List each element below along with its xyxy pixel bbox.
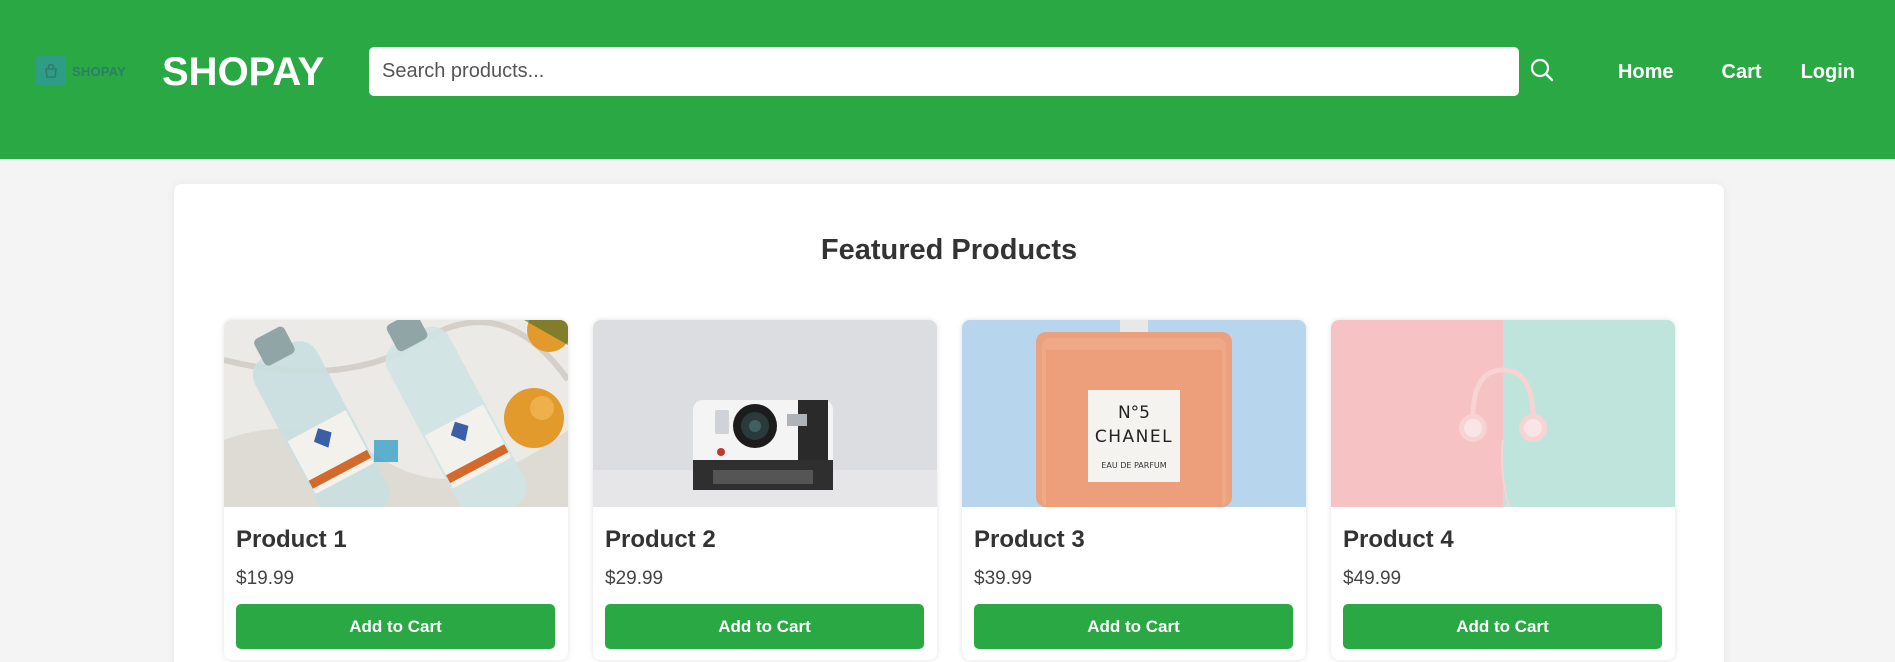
product-image[interactable] [1331,320,1675,507]
svg-text:CHANEL: CHANEL [1095,427,1173,447]
nav-login-link[interactable]: Login [1801,59,1855,85]
search-input[interactable] [369,47,1519,96]
logo[interactable]: SHOPAY [36,56,128,86]
featured-products-section: Featured Products Product 1 $19.99 Add t… [174,184,1724,662]
nav-cart-link[interactable]: Cart [1722,59,1762,85]
site-header: SHOPAY SHOPAY Home Cart Login [0,0,1895,159]
add-to-cart-button[interactable]: Add to Cart [974,604,1293,649]
product-image[interactable]: N°5 CHANEL EAU DE PARFUM [962,320,1306,507]
search-icon [1530,58,1554,82]
product-name[interactable]: Product 3 [974,526,1085,554]
add-to-cart-button[interactable]: Add to Cart [236,604,555,649]
product-price: $49.99 [1343,568,1402,589]
add-to-cart-button[interactable]: Add to Cart [1343,604,1662,649]
product-name[interactable]: Product 1 [236,526,347,554]
product-price: $29.99 [605,568,664,589]
product-name[interactable]: Product 4 [1343,526,1454,554]
product-image[interactable] [224,320,568,507]
nav-home-link[interactable]: Home [1618,59,1674,85]
search-button[interactable] [1528,56,1556,84]
product-grid: Product 1 $19.99 Add to Cart Product 2 $… [224,320,1675,660]
product-price: $39.99 [974,568,1033,589]
product-card[interactable]: Product 1 $19.99 Add to Cart [224,320,568,660]
product-image[interactable] [593,320,937,507]
svg-text:EAU DE PARFUM: EAU DE PARFUM [1101,461,1166,470]
svg-text:N°5: N°5 [1118,403,1150,423]
add-to-cart-button[interactable]: Add to Cart [605,604,924,649]
product-card[interactable]: Product 4 $49.99 Add to Cart [1331,320,1675,660]
main-nav: Home Cart Login [1618,59,1855,85]
section-title: Featured Products [820,234,1078,266]
product-name[interactable]: Product 2 [605,526,716,554]
brand-name[interactable]: SHOPAY [162,48,324,96]
shopping-bag-icon [36,56,66,86]
product-price: $19.99 [236,568,295,589]
logo-text: SHOPAY [72,63,126,79]
product-card[interactable]: Product 2 $29.99 Add to Cart [593,320,937,660]
product-card[interactable]: N°5 CHANEL EAU DE PARFUM Product 3 $39.9… [962,320,1306,660]
